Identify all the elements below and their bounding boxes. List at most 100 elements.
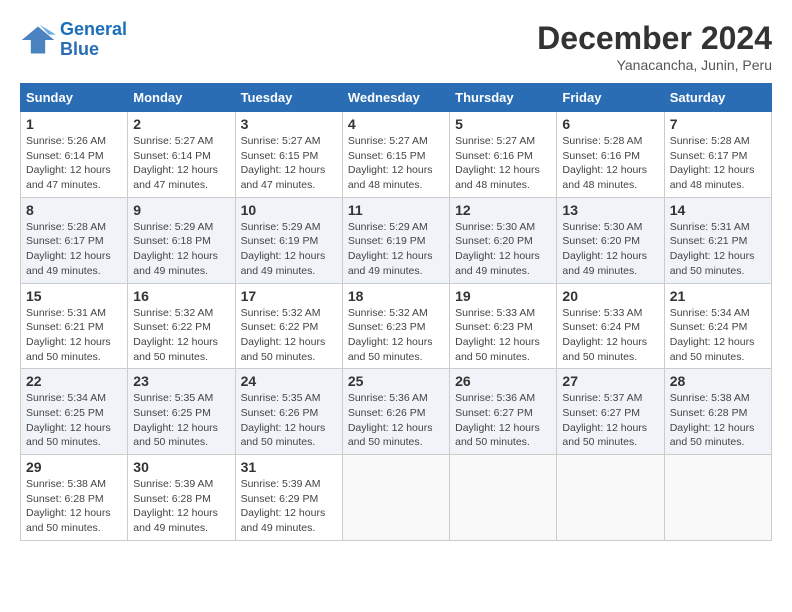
calendar-cell: 27 Sunrise: 5:37 AMSunset: 6:27 PMDayligh… — [557, 369, 664, 455]
day-number: 18 — [348, 288, 444, 304]
calendar-cell: 10 Sunrise: 5:29 AMSunset: 6:19 PMDayligh… — [235, 197, 342, 283]
day-info: Sunrise: 5:34 AMSunset: 6:25 PMDaylight:… — [26, 392, 111, 448]
calendar-cell: 7 Sunrise: 5:28 AMSunset: 6:17 PMDaylight… — [664, 112, 771, 198]
day-number: 28 — [670, 373, 766, 389]
day-number: 29 — [26, 459, 122, 475]
day-info: Sunrise: 5:39 AMSunset: 6:29 PMDaylight:… — [241, 478, 326, 534]
calendar-cell: 25Sunrise: 5:36 AMSunset: 6:26 PMDayligh… — [342, 369, 449, 455]
day-info: Sunrise: 5:33 AMSunset: 6:24 PMDaylight:… — [562, 307, 647, 363]
calendar-cell: 2 Sunrise: 5:27 AMSunset: 6:14 PMDaylight… — [128, 112, 235, 198]
calendar-cell: 16 Sunrise: 5:32 AMSunset: 6:22 PMDayligh… — [128, 283, 235, 369]
calendar-cell: 30Sunrise: 5:39 AMSunset: 6:28 PMDayligh… — [128, 455, 235, 541]
day-info: Sunrise: 5:29 AMSunset: 6:19 PMDaylight:… — [348, 221, 433, 277]
day-info: Sunrise: 5:28 AMSunset: 6:17 PMDaylight:… — [670, 135, 755, 191]
weekday-header-cell: Wednesday — [342, 84, 449, 112]
calendar-week-row: 29 Sunrise: 5:38 AMSunset: 6:28 PMDayligh… — [21, 455, 772, 541]
location-subtitle: Yanacancha, Junin, Peru — [537, 57, 772, 73]
day-info: Sunrise: 5:36 AMSunset: 6:27 PMDaylight:… — [455, 392, 540, 448]
logo-text: General Blue — [60, 20, 127, 60]
day-number: 4 — [348, 116, 444, 132]
logo-line1: General — [60, 19, 127, 39]
day-info: Sunrise: 5:31 AMSunset: 6:21 PMDaylight:… — [26, 307, 111, 363]
day-number: 31 — [241, 459, 337, 475]
calendar-cell: 26 Sunrise: 5:36 AMSunset: 6:27 PMDayligh… — [450, 369, 557, 455]
day-info: Sunrise: 5:39 AMSunset: 6:28 PMDaylight:… — [133, 478, 218, 534]
calendar-cell: 29 Sunrise: 5:38 AMSunset: 6:28 PMDayligh… — [21, 455, 128, 541]
day-info: Sunrise: 5:26 AMSunset: 6:14 PMDaylight:… — [26, 135, 111, 191]
weekday-header-cell: Friday — [557, 84, 664, 112]
day-number: 17 — [241, 288, 337, 304]
day-number: 21 — [670, 288, 766, 304]
day-number: 20 — [562, 288, 658, 304]
day-number: 19 — [455, 288, 551, 304]
day-info: Sunrise: 5:32 AMSunset: 6:23 PMDaylight:… — [348, 307, 433, 363]
calendar-cell: 6Sunrise: 5:28 AMSunset: 6:16 PMDaylight… — [557, 112, 664, 198]
day-info: Sunrise: 5:29 AMSunset: 6:19 PMDaylight:… — [241, 221, 326, 277]
calendar-cell: 15Sunrise: 5:31 AMSunset: 6:21 PMDayligh… — [21, 283, 128, 369]
calendar-cell — [450, 455, 557, 541]
day-info: Sunrise: 5:33 AMSunset: 6:23 PMDaylight:… — [455, 307, 540, 363]
calendar-cell: 19 Sunrise: 5:33 AMSunset: 6:23 PMDayligh… — [450, 283, 557, 369]
calendar-cell: 5 Sunrise: 5:27 AMSunset: 6:16 PMDaylight… — [450, 112, 557, 198]
calendar-cell: 1 Sunrise: 5:26 AMSunset: 6:14 PMDaylight… — [21, 112, 128, 198]
calendar-week-row: 15Sunrise: 5:31 AMSunset: 6:21 PMDayligh… — [21, 283, 772, 369]
calendar-cell: 20 Sunrise: 5:33 AMSunset: 6:24 PMDayligh… — [557, 283, 664, 369]
logo-line2: Blue — [60, 39, 99, 59]
day-info: Sunrise: 5:27 AMSunset: 6:15 PMDaylight:… — [241, 135, 326, 191]
month-title: December 2024 — [537, 20, 772, 57]
day-number: 2 — [133, 116, 229, 132]
calendar-cell: 31 Sunrise: 5:39 AMSunset: 6:29 PMDayligh… — [235, 455, 342, 541]
weekday-header-cell: Thursday — [450, 84, 557, 112]
day-number: 12 — [455, 202, 551, 218]
day-info: Sunrise: 5:38 AMSunset: 6:28 PMDaylight:… — [26, 478, 111, 534]
day-info: Sunrise: 5:35 AMSunset: 6:26 PMDaylight:… — [241, 392, 326, 448]
calendar-cell: 8 Sunrise: 5:28 AMSunset: 6:17 PMDaylight… — [21, 197, 128, 283]
day-info: Sunrise: 5:27 AMSunset: 6:16 PMDaylight:… — [455, 135, 540, 191]
calendar-table: SundayMondayTuesdayWednesdayThursdayFrid… — [20, 83, 772, 541]
day-info: Sunrise: 5:30 AMSunset: 6:20 PMDaylight:… — [562, 221, 647, 277]
day-number: 27 — [562, 373, 658, 389]
calendar-cell: 21Sunrise: 5:34 AMSunset: 6:24 PMDayligh… — [664, 283, 771, 369]
logo-icon — [20, 22, 56, 58]
day-info: Sunrise: 5:27 AMSunset: 6:14 PMDaylight:… — [133, 135, 218, 191]
day-info: Sunrise: 5:31 AMSunset: 6:21 PMDaylight:… — [670, 221, 755, 277]
day-number: 1 — [26, 116, 122, 132]
day-number: 7 — [670, 116, 766, 132]
day-number: 26 — [455, 373, 551, 389]
calendar-cell — [557, 455, 664, 541]
day-number: 8 — [26, 202, 122, 218]
day-info: Sunrise: 5:29 AMSunset: 6:18 PMDaylight:… — [133, 221, 218, 277]
calendar-body: 1 Sunrise: 5:26 AMSunset: 6:14 PMDaylight… — [21, 112, 772, 541]
day-number: 10 — [241, 202, 337, 218]
page-header: General Blue December 2024 Yanacancha, J… — [20, 20, 772, 73]
calendar-cell: 9Sunrise: 5:29 AMSunset: 6:18 PMDaylight… — [128, 197, 235, 283]
calendar-cell: 13Sunrise: 5:30 AMSunset: 6:20 PMDayligh… — [557, 197, 664, 283]
weekday-header-row: SundayMondayTuesdayWednesdayThursdayFrid… — [21, 84, 772, 112]
calendar-cell: 3Sunrise: 5:27 AMSunset: 6:15 PMDaylight… — [235, 112, 342, 198]
weekday-header-cell: Saturday — [664, 84, 771, 112]
day-info: Sunrise: 5:27 AMSunset: 6:15 PMDaylight:… — [348, 135, 433, 191]
weekday-header-cell: Sunday — [21, 84, 128, 112]
day-info: Sunrise: 5:28 AMSunset: 6:17 PMDaylight:… — [26, 221, 111, 277]
day-info: Sunrise: 5:37 AMSunset: 6:27 PMDaylight:… — [562, 392, 647, 448]
calendar-cell: 28 Sunrise: 5:38 AMSunset: 6:28 PMDayligh… — [664, 369, 771, 455]
day-number: 16 — [133, 288, 229, 304]
calendar-cell: 4 Sunrise: 5:27 AMSunset: 6:15 PMDaylight… — [342, 112, 449, 198]
weekday-header-cell: Tuesday — [235, 84, 342, 112]
day-info: Sunrise: 5:35 AMSunset: 6:25 PMDaylight:… — [133, 392, 218, 448]
calendar-cell: 11Sunrise: 5:29 AMSunset: 6:19 PMDayligh… — [342, 197, 449, 283]
day-info: Sunrise: 5:38 AMSunset: 6:28 PMDaylight:… — [670, 392, 755, 448]
calendar-cell: 17Sunrise: 5:32 AMSunset: 6:22 PMDayligh… — [235, 283, 342, 369]
day-number: 5 — [455, 116, 551, 132]
day-number: 25 — [348, 373, 444, 389]
day-number: 22 — [26, 373, 122, 389]
day-number: 24 — [241, 373, 337, 389]
day-number: 23 — [133, 373, 229, 389]
day-number: 14 — [670, 202, 766, 218]
calendar-cell: 18 Sunrise: 5:32 AMSunset: 6:23 PMDayligh… — [342, 283, 449, 369]
day-info: Sunrise: 5:30 AMSunset: 6:20 PMDaylight:… — [455, 221, 540, 277]
calendar-week-row: 8 Sunrise: 5:28 AMSunset: 6:17 PMDaylight… — [21, 197, 772, 283]
day-info: Sunrise: 5:32 AMSunset: 6:22 PMDaylight:… — [133, 307, 218, 363]
calendar-cell — [342, 455, 449, 541]
logo: General Blue — [20, 20, 127, 60]
